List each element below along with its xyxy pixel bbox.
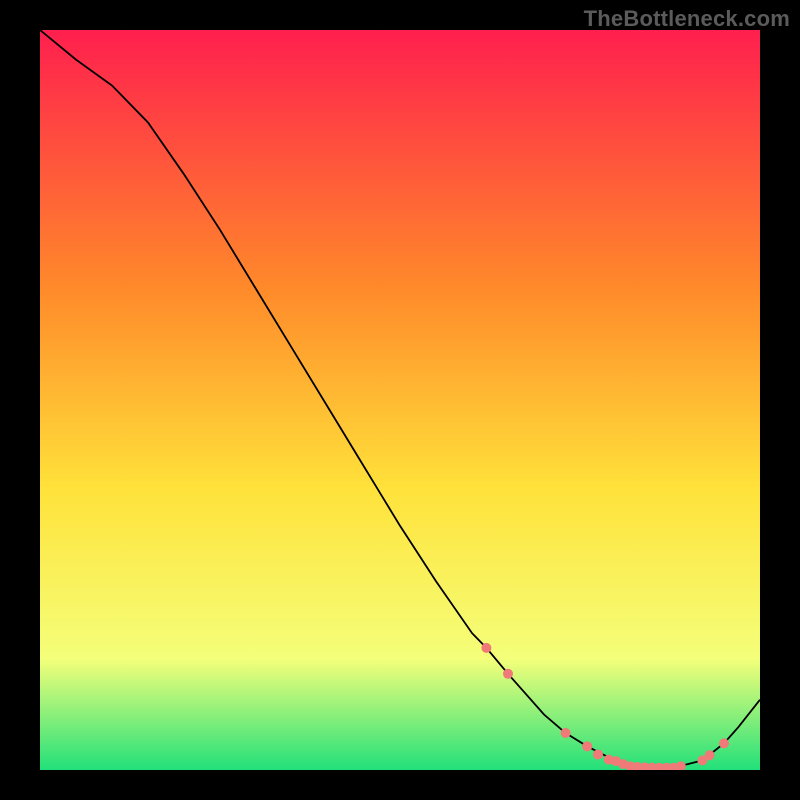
plot-area — [40, 30, 760, 770]
data-point — [503, 669, 513, 679]
data-point — [582, 741, 592, 751]
watermark-text: TheBottleneck.com — [584, 6, 790, 32]
chart-svg — [40, 30, 760, 770]
data-point — [481, 643, 491, 653]
chart-frame: TheBottleneck.com — [0, 0, 800, 800]
data-point — [593, 749, 603, 759]
gradient-background — [40, 30, 760, 770]
data-point — [719, 738, 729, 748]
data-point — [561, 728, 571, 738]
data-point — [705, 750, 715, 760]
